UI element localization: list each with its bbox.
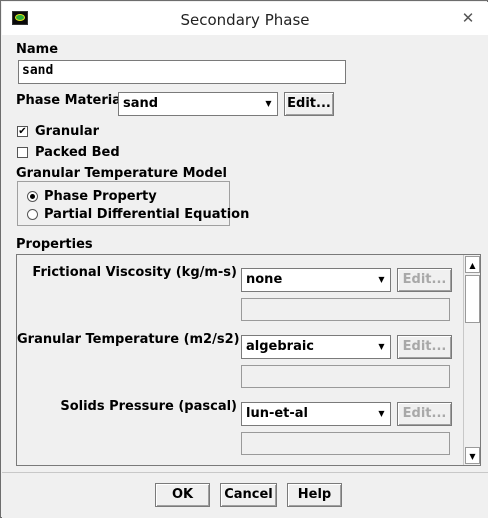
frictional-viscosity-dropdown[interactable]: none ▼ xyxy=(241,268,391,292)
phase-material-value: sand xyxy=(123,96,159,111)
close-icon[interactable]: ✕ xyxy=(458,9,478,27)
chevron-down-icon[interactable]: ▼ xyxy=(261,94,276,114)
properties-label: Properties xyxy=(16,237,93,252)
frictional-viscosity-value: none xyxy=(246,272,283,287)
frictional-viscosity-edit-button[interactable]: Edit... xyxy=(397,268,452,292)
scroll-thumb[interactable] xyxy=(465,275,480,323)
window-title: Secondary Phase xyxy=(180,11,310,29)
solids-pressure-value: lun-et-al xyxy=(246,406,309,421)
phase-property-label: Phase Property xyxy=(44,189,157,204)
chevron-down-icon[interactable]: ▼ xyxy=(374,337,389,357)
granular-checkbox[interactable]: ✔ xyxy=(17,126,28,137)
help-button[interactable]: Help xyxy=(287,483,342,507)
granular-label: Granular xyxy=(35,124,100,139)
granular-temperature-label: Granular Temperature (m2/s2) xyxy=(17,332,240,347)
properties-panel: Frictional Viscosity (kg/m-s) none ▼ Edi… xyxy=(16,254,481,466)
solids-pressure-label: Solids Pressure (pascal) xyxy=(60,399,237,414)
phase-material-dropdown[interactable]: sand ▼ xyxy=(118,92,278,116)
frictional-viscosity-label: Frictional Viscosity (kg/m-s) xyxy=(32,265,237,280)
solids-pressure-edit-button[interactable]: Edit... xyxy=(397,402,452,426)
button-separator xyxy=(2,472,488,473)
checkmark-icon: ✔ xyxy=(18,126,27,137)
partial-differential-label: Partial Differential Equation xyxy=(44,207,250,222)
scroll-up-icon[interactable]: ▲ xyxy=(465,256,480,273)
granular-temperature-edit-button[interactable]: Edit... xyxy=(397,335,452,359)
granular-temp-model-group: Phase Property Partial Differential Equa… xyxy=(17,181,249,226)
chevron-down-icon[interactable]: ▼ xyxy=(374,404,389,424)
partial-differential-radio[interactable] xyxy=(27,209,38,220)
solids-pressure-dropdown[interactable]: lun-et-al ▼ xyxy=(241,402,391,426)
granular-temperature-value: algebraic xyxy=(246,339,315,354)
phase-material-label: Phase Material xyxy=(16,93,126,108)
scroll-down-icon[interactable]: ▼ xyxy=(465,447,480,464)
frictional-viscosity-constant-field[interactable] xyxy=(241,298,450,321)
name-input[interactable]: sand xyxy=(18,60,346,84)
granular-temperature-constant-field[interactable] xyxy=(241,365,450,388)
packed-bed-checkbox[interactable] xyxy=(17,147,28,158)
packed-bed-label: Packed Bed xyxy=(35,145,120,160)
dialog-body: Name sand Phase Material sand ▼ Edit... … xyxy=(2,35,488,518)
solids-pressure-constant-field[interactable] xyxy=(241,432,450,455)
granular-temperature-dropdown[interactable]: algebraic ▼ xyxy=(241,335,391,359)
ok-button[interactable]: OK xyxy=(155,483,210,507)
cancel-button[interactable]: Cancel xyxy=(220,483,277,507)
name-label: Name xyxy=(16,42,59,57)
title-bar[interactable]: Secondary Phase ✕ xyxy=(2,2,488,35)
properties-scrollbar[interactable]: ▲ ▼ xyxy=(463,255,480,465)
name-input-value: sand xyxy=(22,63,54,78)
chevron-down-icon[interactable]: ▼ xyxy=(374,270,389,290)
phase-material-edit-button[interactable]: Edit... xyxy=(284,92,334,116)
secondary-phase-dialog: Secondary Phase ✕ Name sand Phase Materi… xyxy=(0,0,488,518)
phase-property-radio[interactable] xyxy=(27,191,38,202)
granular-temp-model-label: Granular Temperature Model xyxy=(16,166,228,181)
